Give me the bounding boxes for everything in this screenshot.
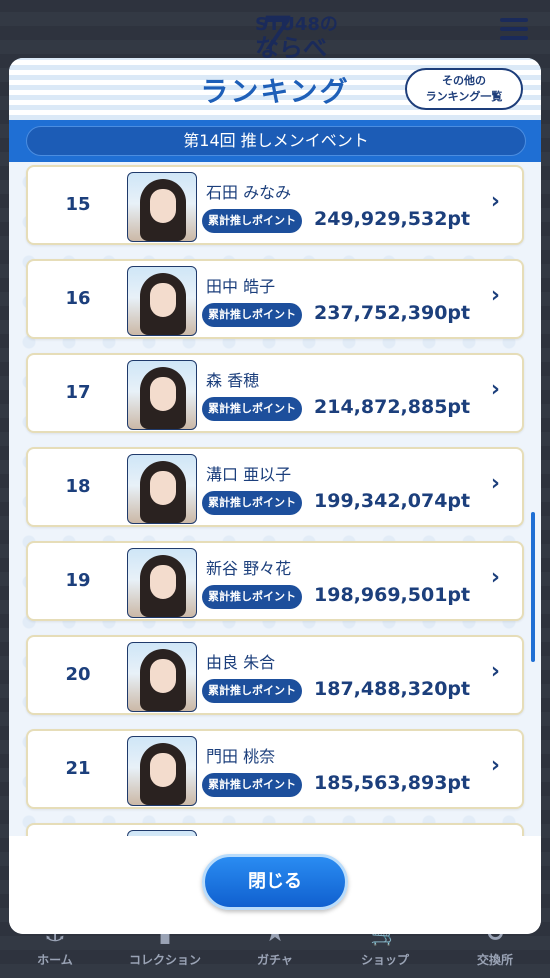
- nav-label: ホーム: [37, 953, 73, 967]
- member-photo: [127, 172, 197, 242]
- nav-label: ガチャ: [257, 953, 293, 967]
- ranking-row[interactable]: 20 由良 朱合 累計推しポイント 187,488,320pt ›: [26, 635, 524, 715]
- chevron-right-icon[interactable]: ›: [491, 659, 500, 684]
- member-photo: [127, 360, 197, 430]
- rank-number: 16: [65, 288, 91, 309]
- chevron-right-icon[interactable]: ›: [491, 377, 500, 402]
- member-photo: [127, 454, 197, 524]
- other-rankings-line2: ランキング一覧: [425, 90, 503, 103]
- app-logo: 7 STU48の ならべ: [0, 6, 550, 62]
- member-photo: [127, 642, 197, 712]
- ranking-list[interactable]: 15 石田 みなみ 累計推しポイント 249,929,532pt › 16 田中…: [9, 162, 541, 836]
- points-badge: 累計推しポイント: [202, 585, 302, 609]
- ranking-row[interactable]: 21 門田 桃奈 累計推しポイント 185,563,893pt ›: [26, 729, 524, 809]
- points-badge: 累計推しポイント: [202, 773, 302, 797]
- chevron-right-icon[interactable]: ›: [491, 565, 500, 590]
- member-name: 新谷 野々花: [206, 559, 292, 578]
- member-points: 214,872,885pt: [314, 396, 471, 418]
- rank-number: 21: [65, 758, 91, 779]
- rank-number: 18: [65, 476, 91, 497]
- member-points: 249,929,532pt: [314, 208, 471, 230]
- ranking-row[interactable]: 16 田中 皓子 累計推しポイント 237,752,390pt ›: [26, 259, 524, 339]
- rank-number: 17: [65, 382, 91, 403]
- member-photo: [127, 548, 197, 618]
- member-points: 237,752,390pt: [314, 302, 471, 324]
- member-name: 石田 みなみ: [206, 183, 292, 202]
- points-badge: 累計推しポイント: [202, 397, 302, 421]
- modal-footer: 閉じる: [9, 836, 541, 934]
- ranking-row[interactable]: 15 石田 みなみ 累計推しポイント 249,929,532pt ›: [26, 165, 524, 245]
- scrollbar[interactable]: [531, 512, 535, 662]
- nav-label: ショップ: [360, 953, 409, 967]
- chevron-right-icon[interactable]: ›: [491, 753, 500, 778]
- event-bar: 第14回 推しメンイベント: [9, 120, 541, 162]
- close-button[interactable]: 閉じる: [202, 854, 348, 910]
- ranking-modal: ランキング その他の ランキング一覧 第14回 推しメンイベント 15 石田 み…: [9, 58, 541, 934]
- points-badge: 累計推しポイント: [202, 209, 302, 233]
- nav-label: 交換所: [476, 953, 513, 967]
- member-photo: [127, 736, 197, 806]
- member-name: 溝口 亜以子: [206, 465, 292, 484]
- member-name: 門田 桃奈: [206, 747, 276, 766]
- other-rankings-button[interactable]: その他の ランキング一覧: [405, 68, 523, 110]
- member-name: 森 香穂: [206, 371, 260, 390]
- points-badge: 累計推しポイント: [202, 679, 302, 703]
- nav-label: コレクション: [128, 953, 201, 967]
- rank-number: 20: [65, 664, 91, 685]
- ranking-row[interactable]: 17 森 香穂 累計推しポイント 214,872,885pt ›: [26, 353, 524, 433]
- modal-header: ランキング その他の ランキング一覧: [9, 58, 541, 120]
- member-name: 由良 朱合: [206, 653, 276, 672]
- points-badge: 累計推しポイント: [202, 303, 302, 327]
- ranking-row-partial[interactable]: [26, 823, 524, 836]
- chevron-right-icon[interactable]: ›: [491, 471, 500, 496]
- chevron-right-icon[interactable]: ›: [491, 283, 500, 308]
- member-name: 田中 皓子: [206, 277, 276, 296]
- member-points: 198,969,501pt: [314, 584, 471, 606]
- ranking-row[interactable]: 19 新谷 野々花 累計推しポイント 198,969,501pt ›: [26, 541, 524, 621]
- rank-number: 19: [65, 570, 91, 591]
- event-name: 第14回 推しメンイベント: [26, 126, 526, 156]
- other-rankings-line1: その他の: [442, 74, 486, 87]
- member-points: 187,488,320pt: [314, 678, 471, 700]
- hamburger-menu-icon[interactable]: [500, 18, 528, 42]
- member-points: 185,563,893pt: [314, 772, 471, 794]
- member-points: 199,342,074pt: [314, 490, 471, 512]
- points-badge: 累計推しポイント: [202, 491, 302, 515]
- ranking-row[interactable]: 18 溝口 亜以子 累計推しポイント 199,342,074pt ›: [26, 447, 524, 527]
- chevron-right-icon[interactable]: ›: [491, 189, 500, 214]
- rank-number: 15: [65, 194, 91, 215]
- member-photo: [127, 266, 197, 336]
